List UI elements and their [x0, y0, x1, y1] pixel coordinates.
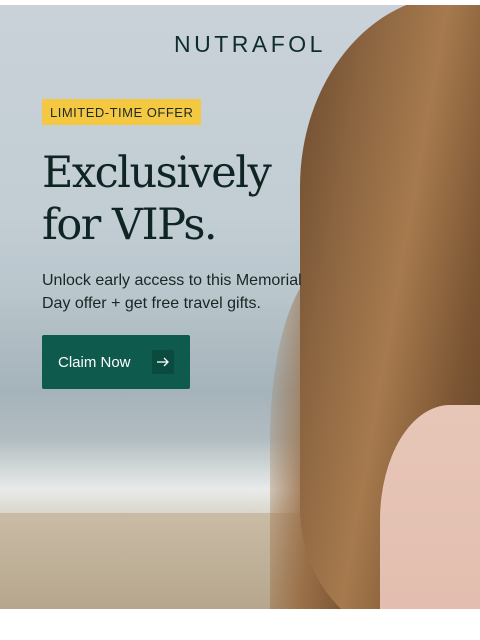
hero-subtext: Unlock early access to this Memorial Day… [42, 272, 302, 312]
brand-logo[interactable]: NUTRAFOL [0, 31, 480, 58]
offer-badge: LIMITED-TIME OFFER [42, 99, 202, 125]
headline-line-2: for VIPs. [42, 200, 218, 250]
headline-line-1: Exclusively [42, 148, 272, 198]
claim-now-label: Claim Now [58, 353, 131, 371]
arrow-right-icon [152, 350, 174, 374]
claim-now-button[interactable]: Claim Now [42, 335, 190, 389]
hero-headline: Exclusively for VIPs. [42, 147, 342, 251]
hero-banner: NUTRAFOL LIMITED-TIME OFFER Exclusively … [0, 5, 480, 609]
